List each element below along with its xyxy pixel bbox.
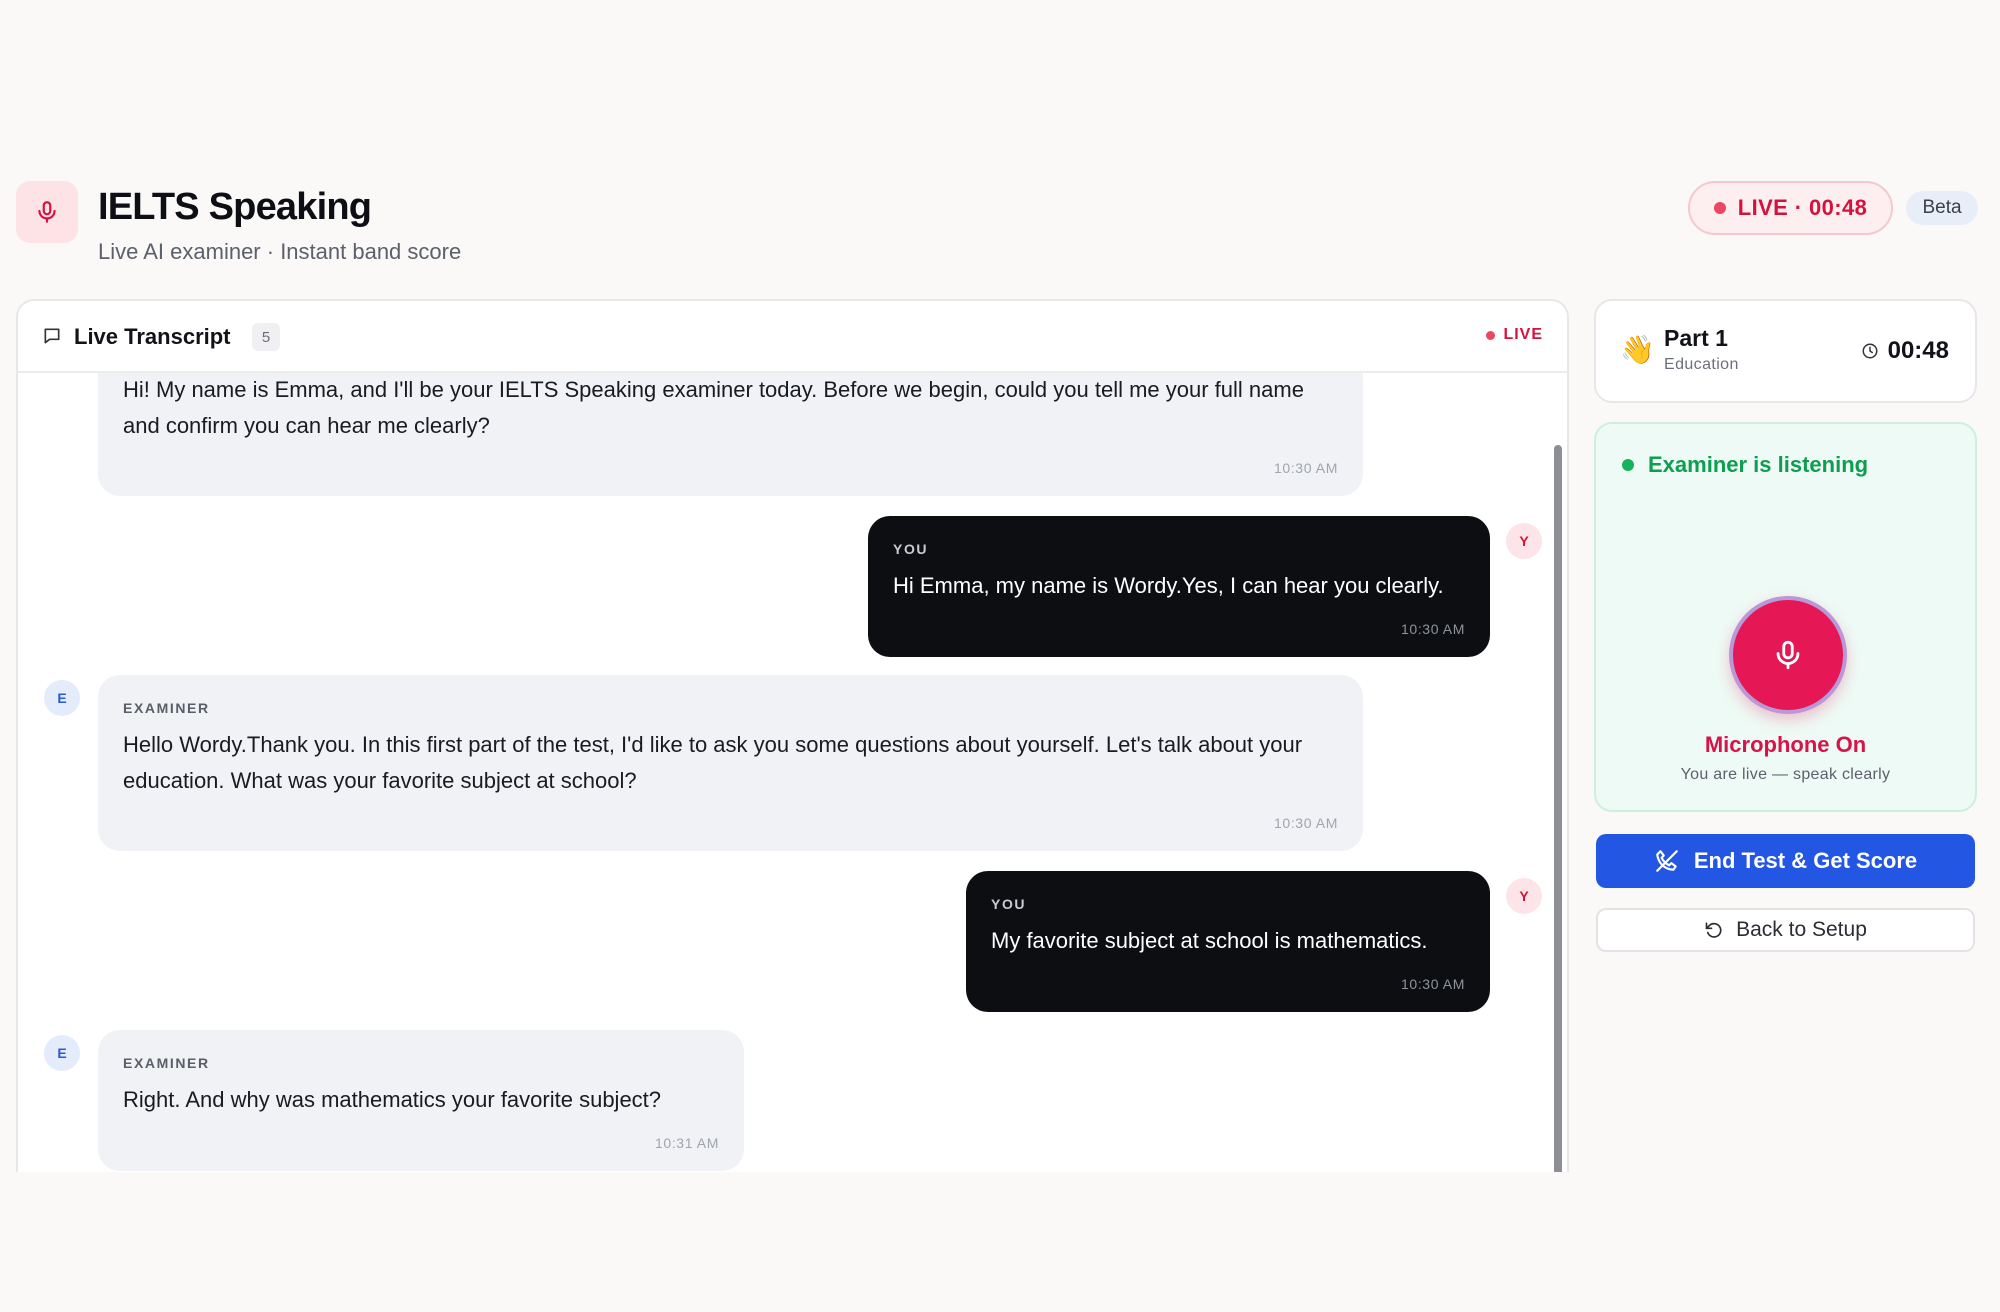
end-test-label: End Test & Get Score	[1693, 848, 1918, 873]
live-dot-icon	[1713, 202, 1726, 214]
message-text: My favorite subject at school is mathema…	[991, 928, 1428, 953]
microphone-icon	[38, 201, 56, 223]
waving-hand-icon: 👋	[1620, 334, 1655, 365]
message-author: EXAMINER	[123, 1055, 210, 1071]
part-title: Part 1	[1664, 325, 1728, 351]
live-dot-icon	[1486, 330, 1496, 340]
page-title: IELTS Speaking	[98, 186, 372, 228]
message-text: Hi! My name is Emma, and I'll be your IE…	[123, 377, 1304, 438]
part-card: 👋 Part 1 Education 00:48	[1594, 299, 1977, 403]
message-author: YOU	[893, 541, 929, 557]
message-examiner: EXAMINER Hello Wordy.Thank you. In this …	[98, 675, 1363, 851]
status-dot-icon	[1622, 459, 1634, 471]
message-time: 10:30 AM	[1274, 460, 1338, 476]
message-time: 10:30 AM	[1401, 976, 1465, 992]
chat-bubble-icon	[44, 328, 60, 344]
app-logo	[16, 181, 78, 243]
beta-badge: Beta	[1906, 191, 1978, 225]
transcript-header: Live Transcript 5 LIVE	[18, 301, 1567, 373]
phone-off-icon	[1656, 850, 1678, 872]
message-text: Hi Emma, my name is Wordy.Yes, I can hea…	[893, 573, 1444, 598]
message-author: YOU	[991, 896, 1027, 912]
microphone-hint: You are live — speak clearly	[1680, 766, 1891, 783]
message-time: 10:30 AM	[1274, 815, 1338, 831]
examiner-avatar: E	[44, 1035, 80, 1071]
message-text: Hello Wordy.Thank you. In this first par…	[123, 732, 1303, 793]
live-timer-text: LIVE · 00:48	[1737, 195, 1868, 220]
microphone-toggle-button[interactable]	[1729, 596, 1847, 714]
microphone-icon	[1776, 640, 1800, 670]
message-you: YOU My favorite subject at school is mat…	[966, 871, 1490, 1012]
part-topic: Education	[1664, 356, 1739, 373]
message-count-badge: 5	[252, 323, 280, 351]
listening-status: Examiner is listening	[1622, 452, 1868, 478]
listening-status-text: Examiner is listening	[1648, 452, 1869, 477]
transcript-live-indicator: LIVE	[1486, 326, 1543, 344]
listening-status-card: Examiner is listening Microphone On You …	[1594, 422, 1977, 812]
message-text: Right. And why was mathematics your favo…	[123, 1087, 662, 1112]
rotate-ccw-icon	[1705, 922, 1722, 938]
end-test-button[interactable]: End Test & Get Score	[1596, 834, 1975, 888]
page-subtitle: Live AI examiner · Instant band score	[98, 239, 462, 264]
live-timer-badge: LIVE · 00:48	[1688, 181, 1893, 235]
message-time: 10:31 AM	[655, 1135, 719, 1151]
transcript-scrollbar[interactable]	[1554, 445, 1562, 1172]
message-you: YOU Hi Emma, my name is Wordy.Yes, I can…	[868, 516, 1490, 657]
part-timer-value: 00:48	[1887, 337, 1949, 364]
user-avatar: Y	[1506, 878, 1542, 914]
transcript-live-label: LIVE	[1503, 326, 1543, 343]
message-time: 10:30 AM	[1401, 621, 1465, 637]
transcript-panel[interactable]: Live Transcript 5 LIVE Hi! My name is Em…	[16, 299, 1569, 1172]
user-avatar: Y	[1506, 523, 1542, 559]
back-to-setup-button[interactable]: Back to Setup	[1596, 908, 1975, 952]
message-author: EXAMINER	[123, 700, 210, 716]
part-timer: 00:48	[1861, 337, 1949, 365]
clock-icon	[1862, 343, 1878, 359]
back-to-setup-label: Back to Setup	[1736, 918, 1867, 941]
transcript-title: Live Transcript	[74, 324, 231, 349]
message-examiner: EXAMINER Right. And why was mathematics …	[98, 1030, 744, 1171]
microphone-status-label: Microphone On	[1704, 732, 1867, 757]
examiner-avatar: E	[44, 680, 80, 716]
